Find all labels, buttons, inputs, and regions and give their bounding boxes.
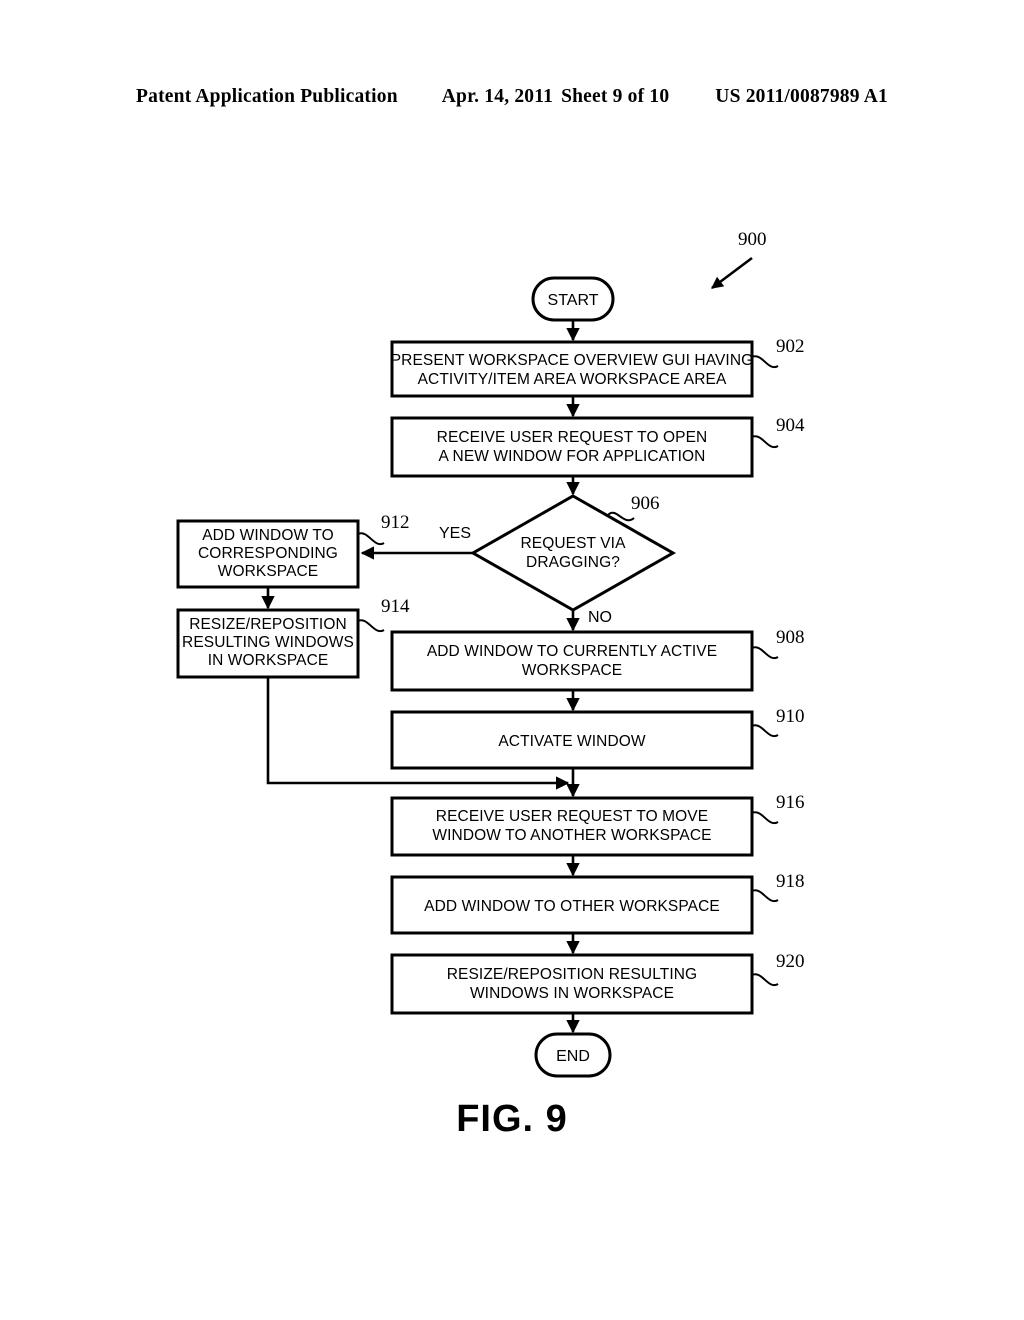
node-916-line-1: RECEIVE USER REQUEST TO MOVE: [436, 808, 708, 825]
node-908-shape: [390, 630, 754, 692]
node-914-callout-curve: [357, 619, 385, 633]
figure-label: FIG. 9: [456, 1098, 568, 1140]
node-914-line-3: IN WORKSPACE: [208, 652, 329, 669]
node-920-line-2: WINDOWS IN WORKSPACE: [470, 985, 674, 1002]
node-end: END: [534, 1032, 612, 1078]
node-906-line-2: DRAGGING?: [526, 554, 620, 571]
node-910: ACTIVATE WINDOW 910: [390, 706, 805, 770]
node-918-ref: 918: [776, 871, 805, 892]
diagram-ref-arrow: [711, 256, 753, 290]
node-914-line-2: RESULTING WINDOWS: [182, 634, 354, 651]
node-902-ref: 902: [776, 336, 805, 357]
node-904-shape: [390, 416, 754, 478]
node-912-line-1: ADD WINDOW TO: [202, 527, 334, 544]
node-920: RESIZE/REPOSITION RESULTING WINDOWS IN W…: [390, 951, 805, 1015]
node-908-callout-curve: [751, 646, 779, 660]
node-902-line-2: ACTIVITY/ITEM AREA WORKSPACE AREA: [418, 371, 727, 388]
node-916-callout-curve: [751, 811, 779, 825]
node-910-line-1: ACTIVATE WINDOW: [498, 733, 646, 750]
node-912: ADD WINDOW TO CORRESPONDING WORKSPACE 91…: [176, 512, 410, 589]
node-920-callout-curve: [751, 973, 779, 987]
node-910-callout-curve: [751, 724, 779, 738]
node-908-line-2: WORKSPACE: [522, 662, 623, 679]
node-902: PRESENT WORKSPACE OVERVIEW GUI HAVING AC…: [390, 336, 805, 398]
node-920-ref: 920: [776, 951, 805, 972]
node-908-line-1: ADD WINDOW TO CURRENTLY ACTIVE: [427, 643, 717, 660]
node-918-callout-curve: [751, 889, 779, 903]
node-912-ref: 912: [381, 512, 410, 533]
node-916-ref: 916: [776, 792, 805, 813]
start-label: START: [548, 292, 599, 309]
node-904-line-2: A NEW WINDOW FOR APPLICATION: [439, 448, 706, 465]
node-908: ADD WINDOW TO CURRENTLY ACTIVE WORKSPACE…: [390, 627, 805, 692]
ref-label-900: 900: [738, 229, 767, 250]
flowchart-diagram: 900 START PRESENT WORKSPACE OVERVIEW GUI…: [176, 229, 805, 1078]
branch-label-no: NO: [588, 609, 612, 626]
node-916-line-2: WINDOW TO ANOTHER WORKSPACE: [432, 827, 711, 844]
branch-label-yes: YES: [439, 525, 471, 542]
node-920-shape: [390, 953, 754, 1015]
node-902-callout-curve: [751, 355, 779, 369]
node-912-line-2: CORRESPONDING: [198, 545, 338, 562]
node-910-ref: 910: [776, 706, 805, 727]
node-918-line-1: ADD WINDOW TO OTHER WORKSPACE: [424, 898, 720, 915]
node-start: START: [531, 276, 615, 322]
node-914: RESIZE/REPOSITION RESULTING WINDOWS IN W…: [176, 596, 410, 679]
node-920-line-1: RESIZE/REPOSITION RESULTING: [447, 966, 697, 983]
end-label: END: [556, 1048, 590, 1065]
node-912-line-3: WORKSPACE: [218, 563, 319, 580]
node-908-ref: 908: [776, 627, 805, 648]
node-902-line-1: PRESENT WORKSPACE OVERVIEW GUI HAVING: [391, 352, 754, 369]
node-906-ref: 906: [631, 493, 660, 514]
node-918: ADD WINDOW TO OTHER WORKSPACE 918: [390, 871, 805, 935]
node-916: RECEIVE USER REQUEST TO MOVE WINDOW TO A…: [390, 792, 805, 857]
node-906-line-1: REQUEST VIA: [520, 535, 626, 552]
node-904-line-1: RECEIVE USER REQUEST TO OPEN: [437, 429, 708, 446]
node-914-ref: 914: [381, 596, 410, 617]
node-904-ref: 904: [776, 415, 805, 436]
node-906: REQUEST VIA DRAGGING? 906: [469, 493, 677, 612]
node-912-callout-curve: [357, 532, 385, 546]
node-904: RECEIVE USER REQUEST TO OPEN A NEW WINDO…: [390, 415, 805, 478]
diagram-ref-900: 900: [711, 229, 767, 290]
node-904-callout-curve: [751, 435, 779, 449]
node-914-line-1: RESIZE/REPOSITION: [189, 616, 347, 633]
